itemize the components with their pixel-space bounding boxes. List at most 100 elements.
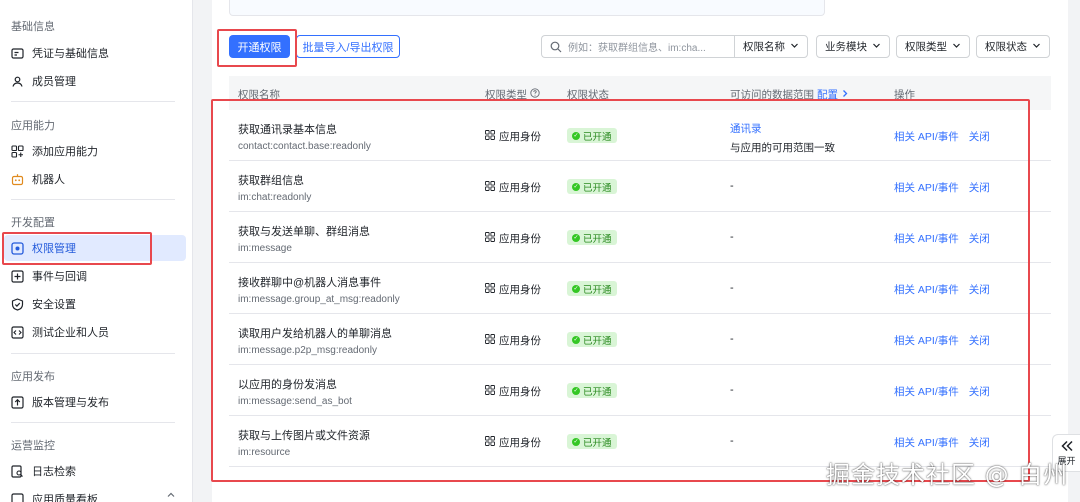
filter-permission-name[interactable]: 权限名称 [734,35,808,58]
sidebar-item-security[interactable]: 安全设置 [4,291,186,317]
table-row: 获取通讯录基本信息 contact:contact.base:readonly … [229,110,1051,161]
sidebar-item-credentials[interactable]: 凭证与基础信息 [4,40,186,66]
header-status: 权限状态 [567,89,609,101]
configure-scope-link[interactable]: 配置 [817,87,838,102]
scope-text: - [730,180,734,192]
check-circle-icon: ✓ [572,437,580,446]
search-input[interactable]: 例如：获取群组信息、im:cha... [541,35,740,58]
sidebar-item-label: 安全设置 [32,299,76,311]
permission-code: im:message:send_as_bot [238,396,352,407]
permission-code: im:message.group_at_msg:readonly [238,294,400,305]
status-badge: ✓ 已开通 [567,281,617,296]
log-search-icon [11,464,24,478]
check-circle-icon: ✓ [572,335,580,344]
search-placeholder: 例如：获取群组信息、im:cha... [568,43,706,54]
sidebar-item-members[interactable]: 成员管理 [4,68,186,94]
permission-code: im:chat:readonly [238,192,312,203]
enable-permission-button[interactable]: 开通权限 [229,35,290,58]
sidebar-item-label: 添加应用能力 [32,146,98,158]
permission-type-label: 应用身份 [499,131,541,143]
chevron-right-icon[interactable] [841,89,849,101]
batch-import-export-button[interactable]: 批量导入/导出权限 [296,35,400,58]
permission-type-label: 应用身份 [499,182,541,194]
close-permission-link[interactable]: 关闭 [969,333,990,348]
sidebar: 基础信息 凭证与基础信息 成员管理 应用能力 添加应用能力 机器人 开发配置 权… [0,0,193,502]
help-circle-icon[interactable] [530,88,540,101]
sidebar-item-label: 权限管理 [32,243,76,255]
permission-name: 以应用的身份发消息 [238,379,337,391]
permission-type: 应用身份 [485,129,541,144]
permission-code: im:resource [238,447,291,458]
sidebar-item-events[interactable]: 事件与回调 [4,263,186,289]
header-ops: 操作 [894,89,915,101]
sidebar-item-logs[interactable]: 日志检索 [4,458,186,484]
header-name: 权限名称 [238,89,280,101]
sidebar-item-add-capability[interactable]: 添加应用能力 [4,138,186,164]
sidebar-item-robot[interactable]: 机器人 [4,166,186,192]
scope-link-contacts[interactable]: 通讯录 [730,121,835,136]
related-api-link[interactable]: 相关 API/事件 [894,129,959,144]
app-grid-icon [485,181,495,194]
app-grid-icon [485,130,495,143]
sidebar-divider [11,101,175,102]
status-badge: ✓ 已开通 [567,434,617,449]
sidebar-item-permissions[interactable]: 权限管理 [4,235,186,261]
status-badge: ✓ 已开通 [567,383,617,398]
sidebar-item-test[interactable]: 测试企业和人员 [4,319,186,345]
app-grid-icon [485,283,495,296]
double-chevron-left-icon [1060,440,1074,454]
sidebar-item-label: 版本管理与发布 [32,397,109,409]
permission-type: 应用身份 [485,435,541,450]
close-permission-link[interactable]: 关闭 [969,129,990,144]
sidebar-item-quality[interactable]: 应用质量看板 [4,486,186,502]
scope-text: - [730,333,734,345]
related-api-link[interactable]: 相关 API/事件 [894,435,959,450]
related-api-link[interactable]: 相关 API/事件 [894,384,959,399]
sidebar-item-version[interactable]: 版本管理与发布 [4,389,186,415]
related-api-link[interactable]: 相关 API/事件 [894,231,959,246]
scope-text: 与应用的可用范围一致 [730,142,835,154]
permission-name: 获取与上传图片或文件资源 [238,430,370,442]
table-row: 获取与发送单聊、群组消息 im:message 应用身份 ✓ 已开通 - 相关 A… [229,212,1051,263]
table-row: 接收群聊中@机器人消息事件 im:message.group_at_msg:re… [229,263,1051,314]
check-circle-icon: ✓ [572,284,580,293]
sidebar-item-label: 凭证与基础信息 [32,48,109,60]
related-api-link[interactable]: 相关 API/事件 [894,180,959,195]
close-permission-link[interactable]: 关闭 [969,231,990,246]
filter-permission-type[interactable]: 权限类型 [896,35,970,58]
permission-type-label: 应用身份 [499,284,541,296]
status-label: 已开通 [583,131,612,143]
check-circle-icon: ✓ [572,233,580,242]
filter-business-module[interactable]: 业务模块 [816,35,890,58]
section-title-monitor: 运营监控 [11,440,55,452]
app-grid-icon [485,436,495,449]
close-permission-link[interactable]: 关闭 [969,282,990,297]
status-label: 已开通 [583,284,612,296]
sidebar-item-label: 日志检索 [32,466,76,478]
permission-type: 应用身份 [485,231,541,246]
permission-code: im:message.p2p_msg:readonly [238,345,377,356]
scope-text: - [730,282,734,294]
search-icon [550,41,562,53]
chevron-up-icon[interactable] [166,490,176,502]
status-label: 已开通 [583,182,612,194]
status-label: 已开通 [583,437,612,449]
permission-name: 获取群组信息 [238,175,304,187]
header-scope: 可访问的数据范围 配置 [730,87,849,102]
close-permission-link[interactable]: 关闭 [969,435,990,450]
related-api-link[interactable]: 相关 API/事件 [894,282,959,297]
publish-upload-icon [11,395,24,409]
chevron-down-icon [952,41,961,53]
close-permission-link[interactable]: 关闭 [969,384,990,399]
filter-label: 权限类型 [905,41,947,53]
table-row: 获取群组信息 im:chat:readonly 应用身份 ✓ 已开通 - 相关 A… [229,161,1051,212]
permission-type: 应用身份 [485,333,541,348]
test-code-icon [11,325,24,339]
related-api-link[interactable]: 相关 API/事件 [894,333,959,348]
close-permission-link[interactable]: 关闭 [969,180,990,195]
section-title-dev-config: 开发配置 [11,217,55,229]
permission-name: 接收群聊中@机器人消息事件 [238,277,382,289]
filter-permission-status[interactable]: 权限状态 [976,35,1050,58]
permission-code: contact:contact.base:readonly [238,141,371,152]
header-type-label: 权限类型 [485,89,527,101]
